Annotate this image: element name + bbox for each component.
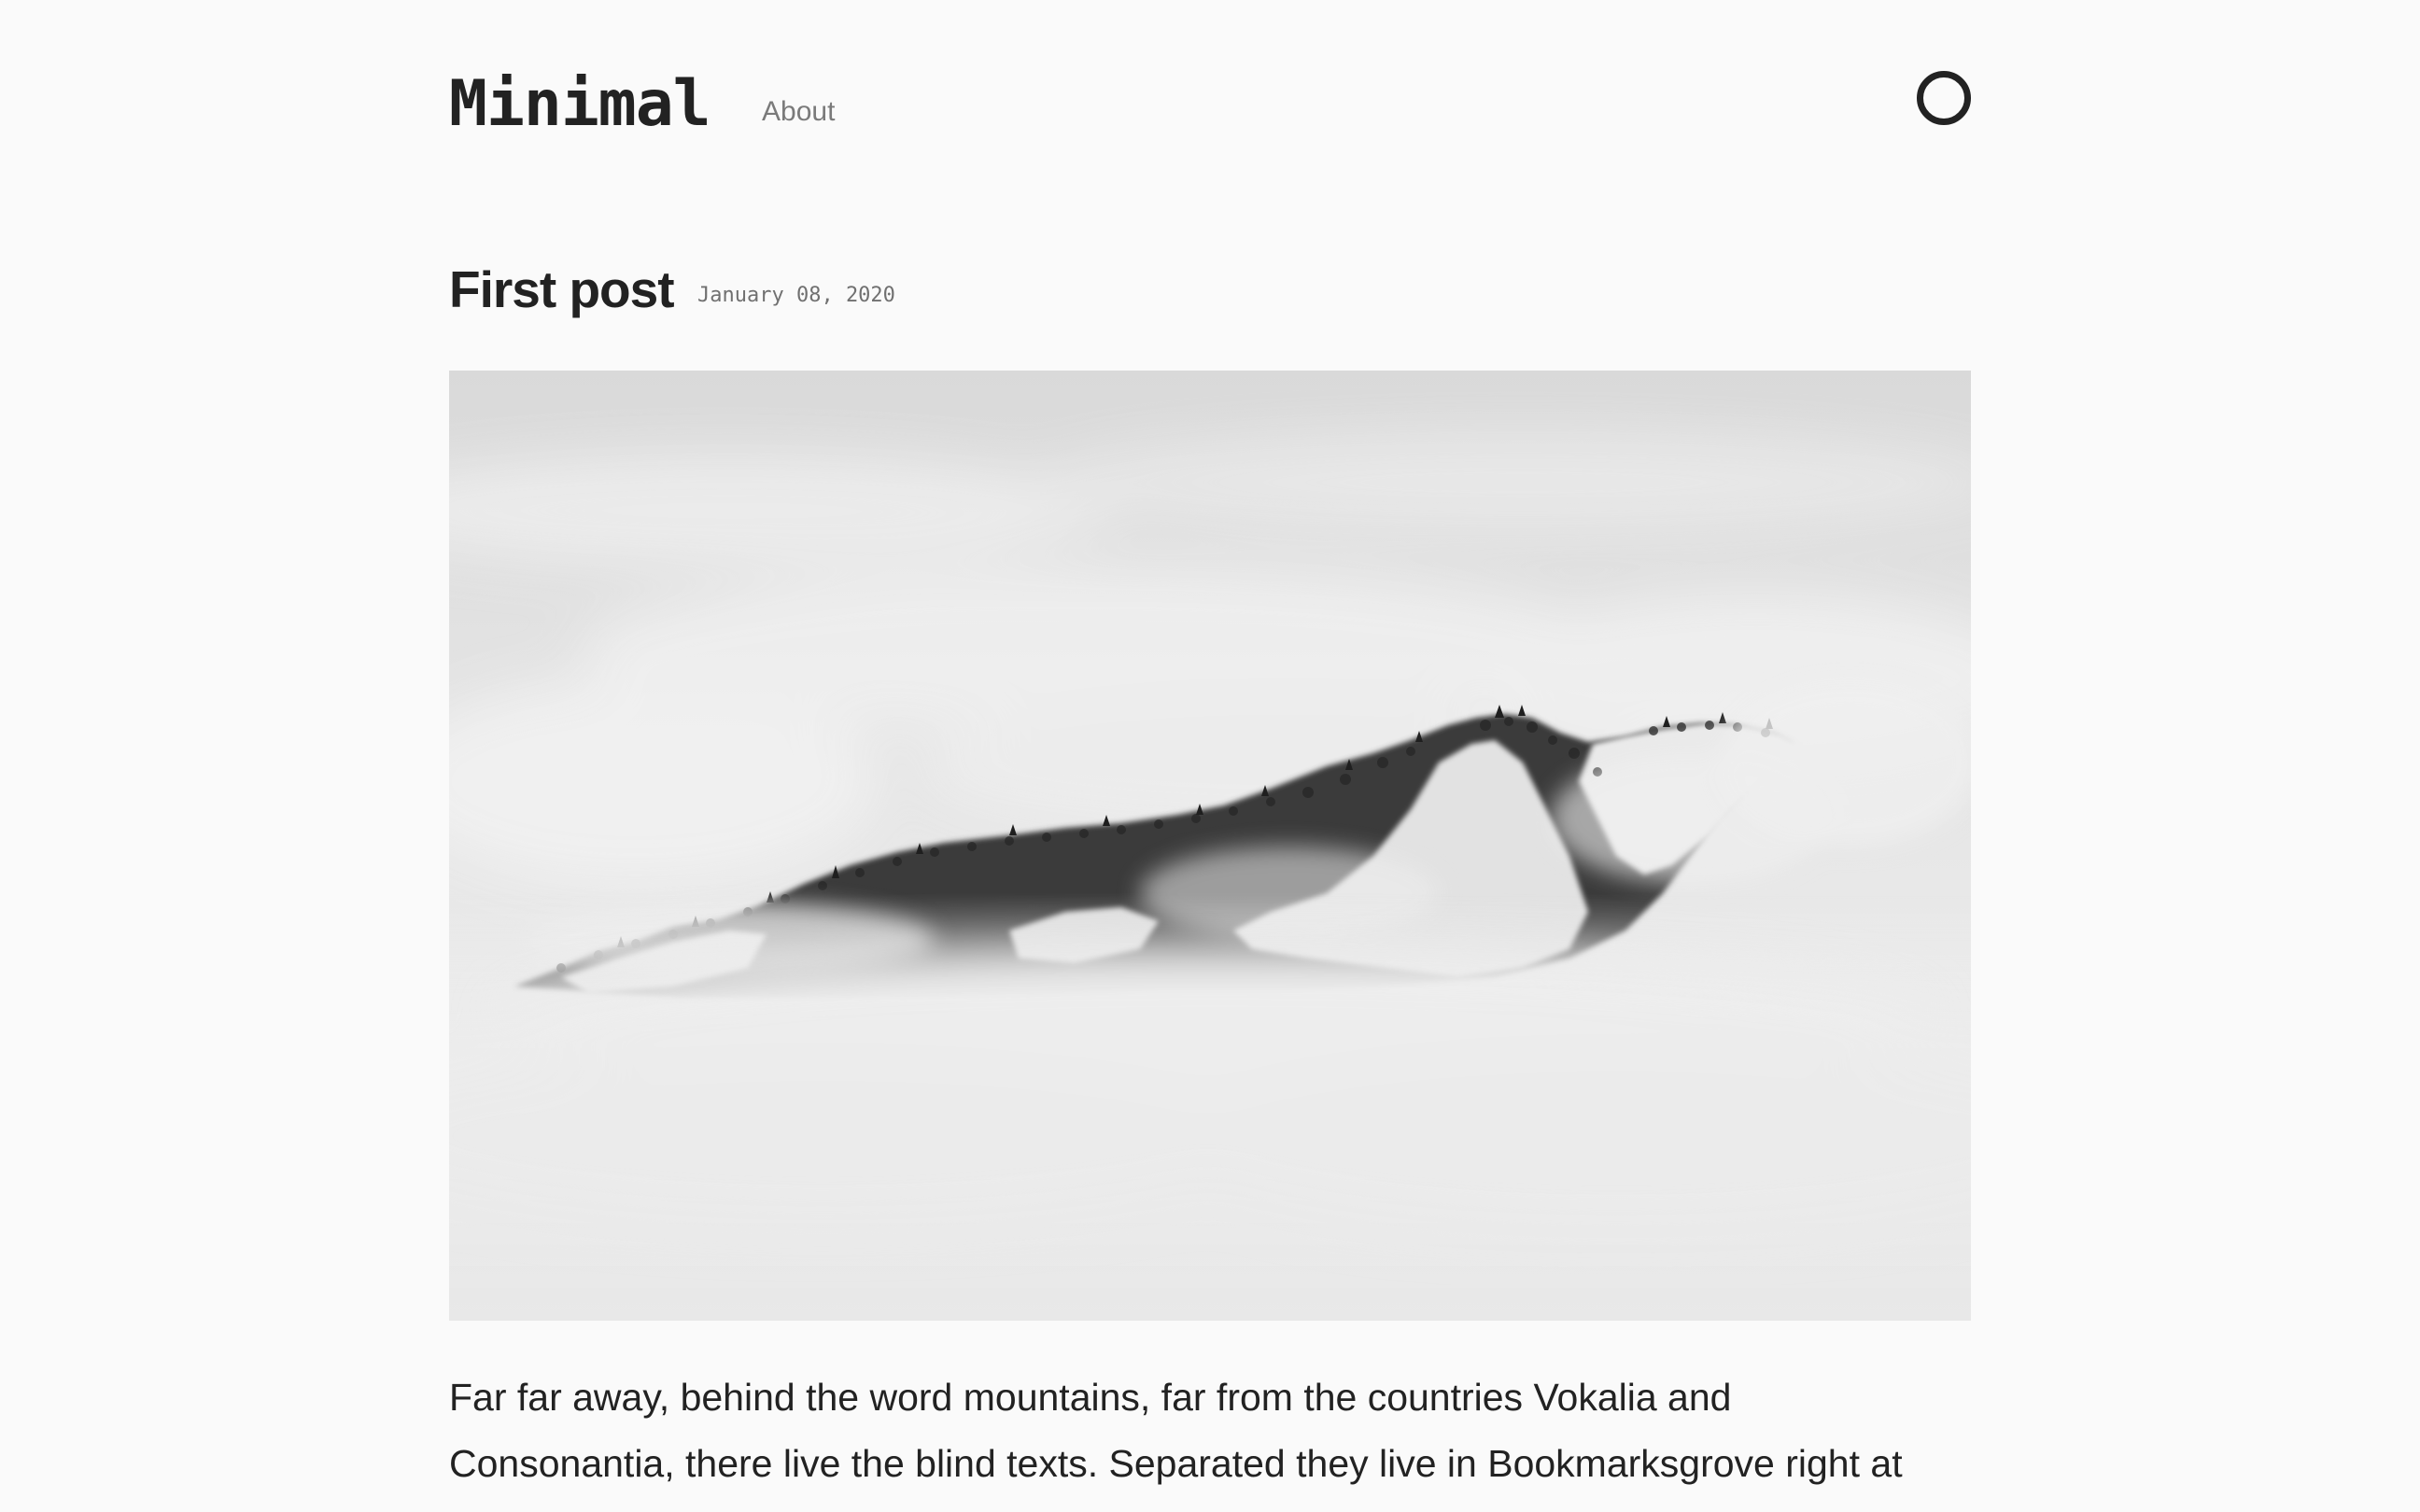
site-logo[interactable]: Minimal (449, 65, 711, 144)
post-title[interactable]: First post (449, 252, 675, 327)
post-body-line: Far far away, behind the word mountains,… (449, 1376, 1732, 1419)
nav-link-about[interactable]: About (762, 93, 835, 131)
circle-icon[interactable] (1917, 71, 1971, 125)
page-container: Minimal About First post January 08, 202… (449, 0, 1971, 1512)
site-header: Minimal About (449, 58, 1971, 151)
mountain-illustration (449, 371, 1971, 1321)
post-date: January 08, 2020 (697, 284, 895, 307)
post-body: Far far away, behind the word mountains,… (449, 1365, 1971, 1497)
post-body-line: Consonantia, there live the blind texts.… (449, 1442, 1903, 1485)
snowy-mountain-in-fog-image (449, 371, 1971, 1321)
